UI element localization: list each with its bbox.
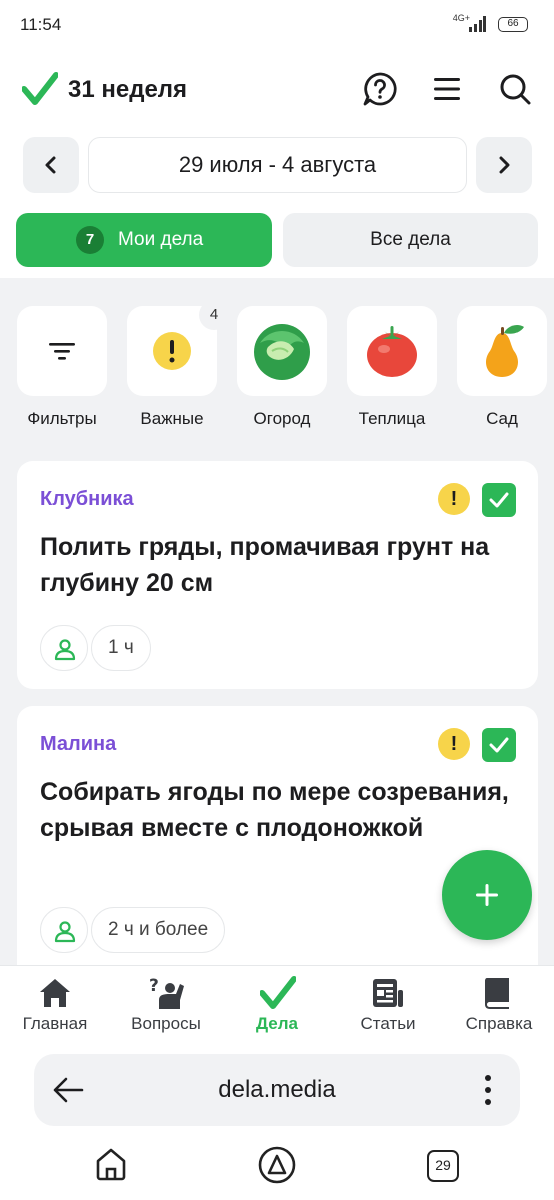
category-label: Сад	[486, 409, 518, 428]
logo-check-icon	[22, 72, 58, 105]
week-navigation: 29 июля - 4 августа	[0, 137, 554, 193]
status-bar: 11:54 4G+ 66	[0, 0, 554, 50]
category-carousel: Фильтры 4 Важные Огород Теплица Сад	[0, 300, 554, 436]
duration-chip: 1 ч	[91, 625, 151, 671]
duration-chip: 2 ч и более	[91, 907, 226, 953]
category-tile	[17, 306, 107, 396]
battery-icon: 66	[498, 17, 528, 32]
category-label: Теплица	[358, 409, 426, 428]
check-icon	[489, 737, 509, 753]
browser-bar: dela.media 29	[0, 1042, 554, 1200]
task-complete-checkbox[interactable]	[482, 483, 516, 517]
important-icon: !	[438, 483, 470, 515]
address-bar[interactable]: dela.media	[34, 1054, 520, 1126]
url-text: dela.media	[218, 1076, 336, 1103]
search-icon[interactable]	[496, 70, 534, 108]
nav-questions[interactable]: ? Вопросы	[111, 966, 221, 1043]
user-icon	[54, 921, 76, 943]
task-complete-checkbox[interactable]	[482, 728, 516, 762]
task-card[interactable]: Клубника ! Полить гряды, промачивая грун…	[17, 461, 538, 689]
nav-label: Главная	[22, 1014, 88, 1033]
home-button-icon[interactable]	[94, 1146, 128, 1182]
nav-label: Справка	[465, 1014, 533, 1033]
task-text: Собирать ягоды по мере созревания, срыва…	[40, 778, 509, 842]
pear-icon	[486, 325, 524, 377]
task-category: Клубника	[40, 488, 134, 510]
category-label: Фильтры	[27, 409, 97, 428]
assignee-chip[interactable]	[40, 625, 88, 671]
nav-label: Статьи	[360, 1014, 416, 1033]
nav-articles[interactable]: Статьи	[333, 966, 443, 1043]
home-icon	[40, 979, 70, 1007]
nav-home[interactable]: Главная	[0, 966, 110, 1043]
nav-label: Дела	[255, 1014, 299, 1033]
next-week-button[interactable]	[476, 137, 532, 193]
check-icon	[489, 492, 509, 508]
questions-icon: ?	[149, 976, 184, 1009]
page-title: 31 неделя	[68, 76, 188, 103]
user-icon	[54, 639, 76, 661]
important-icon: !	[438, 728, 470, 760]
prev-week-button[interactable]	[23, 137, 79, 193]
svg-text:?: ?	[149, 976, 159, 996]
bottom-navigation: Главная ? Вопросы Дела Статьи Справка	[0, 965, 554, 1042]
nav-help[interactable]: Справка	[444, 966, 554, 1043]
nav-tasks[interactable]: Дела	[222, 966, 332, 1043]
app-header: 31 неделя	[0, 62, 554, 118]
task-tabs: 7 Мои дела Все дела	[0, 213, 554, 267]
category-label: Огород	[253, 409, 311, 428]
chevron-left-icon	[45, 156, 56, 174]
menu-icon[interactable]	[428, 70, 466, 108]
my-tasks-count-badge: 7	[76, 226, 104, 254]
add-task-button[interactable]	[442, 850, 532, 940]
chevron-right-icon	[499, 156, 510, 174]
nav-label: Вопросы	[131, 1014, 201, 1033]
tasks-icon	[260, 976, 296, 1009]
articles-icon	[373, 979, 403, 1007]
plus-icon	[476, 884, 498, 906]
browser-tabs-button[interactable]: 29	[427, 1150, 459, 1182]
status-time: 11:54	[20, 15, 62, 34]
cabbage-icon	[254, 324, 310, 380]
filter-icon	[49, 343, 75, 360]
assignee-chip[interactable]	[40, 907, 88, 953]
tab-my-tasks[interactable]: 7 Мои дела	[16, 213, 272, 267]
tomato-icon	[367, 326, 417, 377]
task-category: Малина	[40, 733, 117, 755]
category-tile	[347, 306, 437, 396]
assistant-icon[interactable]	[258, 1146, 296, 1184]
more-vertical-icon[interactable]	[484, 1074, 492, 1106]
signal-icon	[469, 16, 486, 32]
category-tile	[457, 306, 547, 396]
week-range[interactable]: 29 июля - 4 августа	[88, 137, 467, 193]
help-icon[interactable]	[361, 70, 399, 108]
important-count-badge: 4	[199, 300, 229, 330]
category-tile	[237, 306, 327, 396]
tab-all-tasks[interactable]: Все дела	[283, 213, 538, 267]
task-text: Полить гряды, промачивая грунт на глубин…	[40, 533, 490, 597]
category-label: Важные	[140, 409, 204, 428]
tab-my-tasks-label: Мои дела	[118, 229, 204, 250]
book-icon	[485, 978, 509, 1009]
important-icon	[153, 332, 191, 370]
